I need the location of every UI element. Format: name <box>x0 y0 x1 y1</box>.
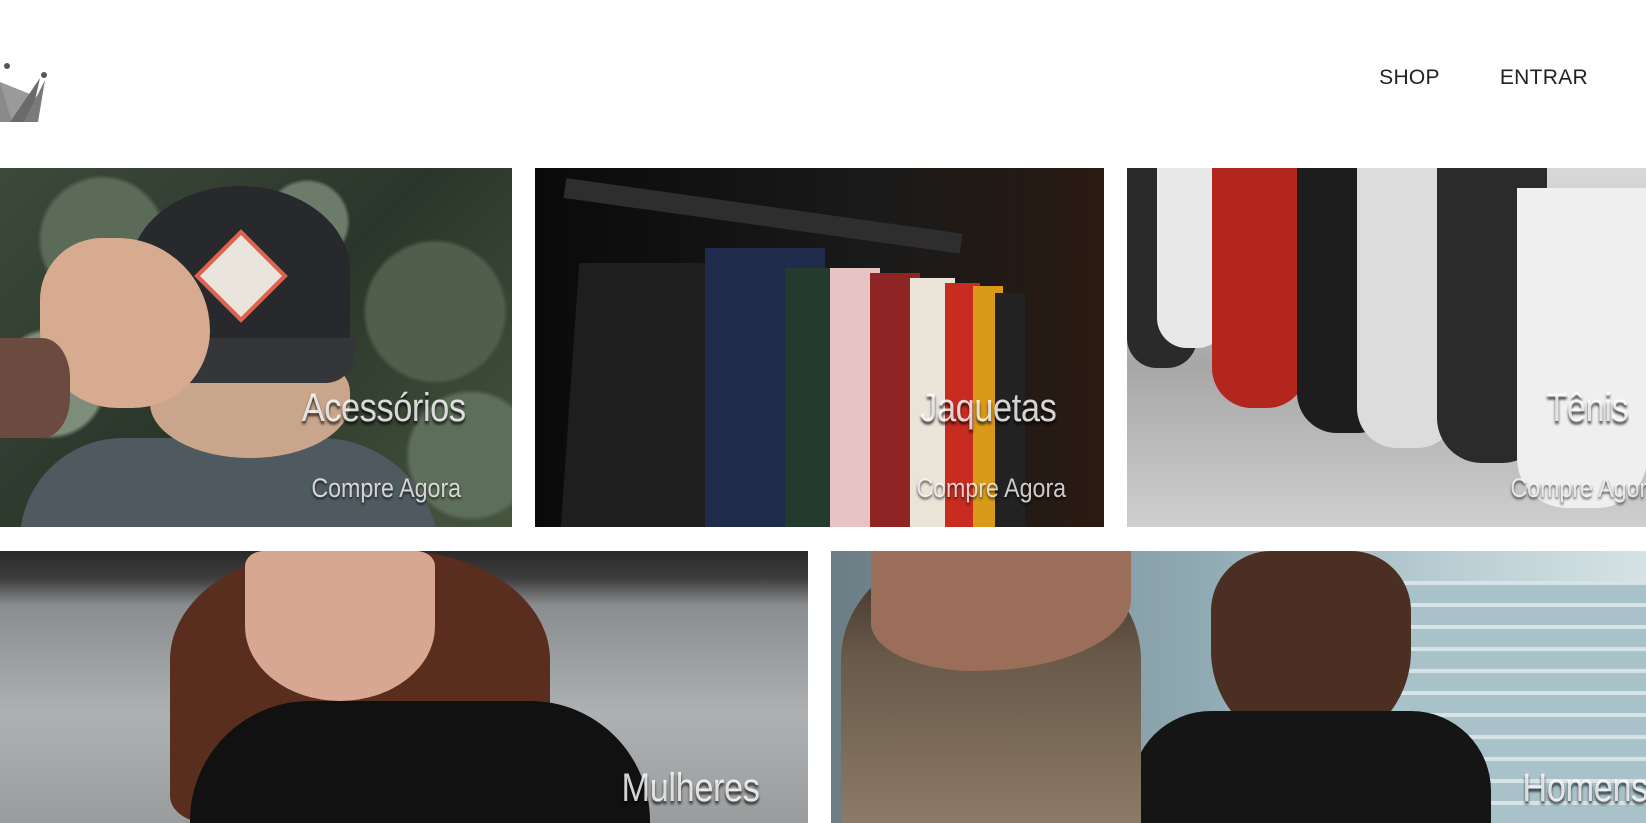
category-tile-accessories[interactable]: Acessórios Compre Agora <box>0 168 512 527</box>
category-tile-men[interactable]: Homens <box>831 551 1646 823</box>
category-tile-sneakers[interactable]: Tênis Compre Agora <box>1127 168 1646 527</box>
category-title: Mulheres <box>621 766 760 810</box>
sneaker-7-shape <box>1517 188 1646 508</box>
category-title: Jaquetas <box>919 386 1057 430</box>
shop-now-link[interactable]: Compre Agora <box>311 473 461 504</box>
category-tile-women[interactable]: Mulheres <box>0 551 808 823</box>
nav-shop-link[interactable]: SHOP <box>1379 64 1440 92</box>
site-header: SHOP ENTRAR <box>0 0 1646 168</box>
main-nav: SHOP ENTRAR <box>1379 64 1588 92</box>
nav-login-link[interactable]: ENTRAR <box>1500 64 1588 92</box>
black-top-shape <box>190 701 650 823</box>
category-tile-jackets[interactable]: Jaquetas Compre Agora <box>535 168 1104 527</box>
category-title: Homens <box>1522 766 1646 810</box>
red-sneaker-shape <box>1212 168 1307 408</box>
tattoo-arm-shape <box>0 338 70 438</box>
shop-now-link[interactable]: Compre Agora <box>1510 473 1646 504</box>
hoodie-shape <box>1131 711 1491 823</box>
shop-now-link[interactable]: Compre Agora <box>916 473 1066 504</box>
crown-logo-icon[interactable] <box>0 60 48 122</box>
face-shape <box>245 551 435 701</box>
category-title: Acessórios <box>302 386 466 430</box>
category-title: Tênis <box>1546 386 1628 430</box>
